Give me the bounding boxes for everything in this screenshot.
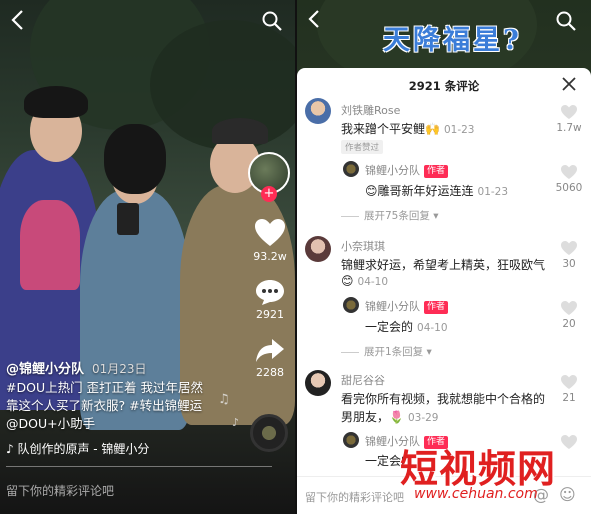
banner-title: 天降福星?: [383, 25, 522, 56]
comment-count: 2921: [256, 308, 284, 321]
caption-line: #DOU上热门 歪打正着 我过年居然: [6, 380, 204, 395]
comments-panel: 天降福星? 2921 条评论 刘铁雕Rose 我来蹭个平安鲤🙌 01-23 作者赞…: [297, 0, 591, 514]
comment-body: 雕哥新年好运连连: [377, 184, 474, 198]
comment-text: 锦鲤求好运，希望考上精英，狂吸欧气: [341, 258, 546, 272]
search-icon[interactable]: [555, 10, 577, 32]
divider: [6, 466, 272, 467]
commenter-name[interactable]: 刘铁雕Rose: [341, 102, 400, 118]
person-center-hair: [104, 124, 166, 194]
heart-icon: [255, 219, 285, 246]
follow-plus-icon[interactable]: +: [261, 186, 277, 202]
commenter-name[interactable]: 小奈琪琪: [341, 238, 385, 254]
commenter-name-text: 锦鲤小分队: [365, 164, 420, 177]
comment-date: 04-10: [357, 276, 389, 288]
comment-button[interactable]: 2921: [248, 278, 292, 321]
comment-bubble-icon: [256, 280, 284, 305]
comment-input[interactable]: 留下你的精彩评论吧: [6, 482, 114, 499]
comment-heart-icon[interactable]: [559, 434, 579, 454]
video-date: 01月23日: [92, 362, 147, 376]
avatar[interactable]: [305, 370, 331, 396]
back-icon[interactable]: [8, 8, 30, 32]
comment-text-line2: 男朋友，🌷 03-29: [341, 408, 438, 425]
video-caption: @锦鲤小分队 01月23日 #DOU上热门 歪打正着 我过年居然 靠这个人买了新衣…: [6, 360, 242, 433]
video-author[interactable]: @锦鲤小分队: [6, 362, 84, 377]
comment-date: 03-29: [407, 412, 439, 424]
comment-like-count: 21: [562, 392, 576, 404]
emoji-icon[interactable]: ☺: [559, 485, 576, 504]
comment-input[interactable]: 留下你的精彩评论吧: [305, 489, 404, 505]
emoji-icon: 🌷: [389, 410, 404, 424]
comment-date: 01-23: [443, 124, 475, 136]
comment-count-title: 2921 条评论: [408, 79, 480, 93]
watermark-url: www.cehuan.com: [414, 486, 538, 502]
commenter-name-text: 锦鲤小分队: [365, 300, 420, 313]
comment-text: 我来蹭个平安鲤🙌 01-23: [341, 120, 474, 137]
comment-like-count: 20: [562, 318, 576, 330]
person-left-hair: [24, 86, 88, 118]
avatar[interactable]: [343, 161, 359, 177]
comment-body: 我来蹭个平安鲤: [341, 122, 426, 136]
like-count: 93.2w: [253, 250, 287, 263]
avatar[interactable]: [343, 432, 359, 448]
caption-line: @DOU+小助手: [6, 416, 96, 431]
expand-replies-label: 展开75条回复: [364, 210, 430, 222]
comment-heart-icon[interactable]: [559, 104, 579, 124]
comment-like-count: 5060: [555, 182, 583, 194]
like-button[interactable]: 93.2w: [248, 218, 292, 263]
share-button[interactable]: 2288: [248, 336, 292, 379]
comment-date: 04-10: [417, 322, 448, 334]
screenshot-root: + 93.2w 2921 2288 ♫ ♪ @锦鲤小分队 01月23日 #DOU…: [0, 0, 591, 514]
comment-like-count: 1.7w: [556, 122, 582, 134]
emoji-icon: 😊: [365, 184, 378, 198]
avatar[interactable]: [305, 236, 331, 262]
avatar[interactable]: [305, 98, 331, 124]
share-count: 2288: [256, 366, 284, 379]
avatar[interactable]: [343, 297, 359, 313]
caption-line: 靠这个人买了新衣服? #转出锦鲤运: [6, 398, 203, 413]
commenter-name[interactable]: 锦鲤小分队 作者: [365, 298, 449, 314]
watermark-title: 短视频网: [400, 447, 557, 491]
expand-replies-label: 展开1条回复: [364, 346, 424, 358]
video-panel[interactable]: + 93.2w 2921 2288 ♫ ♪ @锦鲤小分队 01月23日 #DOU…: [0, 0, 295, 514]
commenter-name[interactable]: 甜尼谷谷: [341, 372, 385, 388]
comment-date: 01-23: [477, 186, 509, 198]
share-arrow-icon: [256, 339, 284, 362]
comment-heart-icon[interactable]: [559, 300, 579, 320]
comment-text: 看完你所有视频，我就想能中个合格的: [341, 392, 546, 406]
music-disc-icon[interactable]: [250, 414, 288, 452]
emoji-icon: 🙌: [425, 122, 440, 136]
author-badge: 作者: [424, 165, 449, 178]
commenter-name[interactable]: 锦鲤小分队 作者: [365, 162, 449, 178]
expand-replies[interactable]: 展开1条回复 ▾: [341, 344, 432, 359]
music-title[interactable]: ♪ 队创作的原声 - 锦鲤小分: [6, 440, 236, 457]
back-icon[interactable]: [305, 8, 325, 30]
comment-like-count: 30: [562, 258, 576, 270]
comment-heart-icon[interactable]: [559, 374, 579, 394]
comment-heart-icon[interactable]: [559, 240, 579, 260]
comment-heart-icon[interactable]: [559, 164, 579, 184]
person-right-cap: [212, 118, 268, 144]
search-icon[interactable]: [261, 10, 283, 32]
comment-text: 一定会的 04-10: [365, 318, 448, 335]
person-left-jacket: [20, 200, 80, 290]
comment-text-line2: 😊 04-10: [341, 274, 388, 288]
emoji-icon: 😊: [341, 274, 354, 288]
comment-body: 一定会的: [365, 320, 414, 334]
comment-text: 😊雕哥新年好运连连 01-23: [365, 182, 508, 199]
author-liked-badge: 作者赞过: [341, 140, 384, 154]
author-badge: 作者: [424, 301, 449, 314]
comment-body: 男朋友，: [341, 410, 390, 424]
expand-replies[interactable]: 展开75条回复 ▾: [341, 208, 438, 223]
close-icon[interactable]: [561, 76, 577, 92]
phone-prop: [117, 203, 139, 235]
